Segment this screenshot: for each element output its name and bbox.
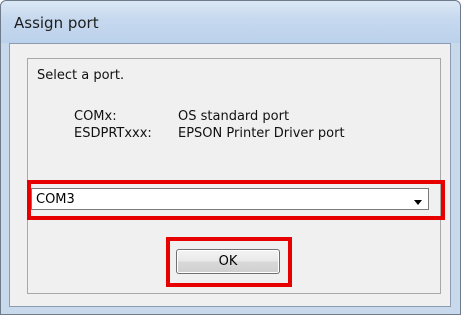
instruction-text: Select a port. bbox=[37, 68, 125, 83]
title-bar[interactable]: Assign port bbox=[1, 1, 460, 43]
port-code-label: ESDPRTxxx: bbox=[74, 126, 152, 141]
port-description-label: EPSON Printer Driver port bbox=[178, 126, 345, 141]
port-code-label: COMx: bbox=[74, 109, 117, 124]
triangle-down-icon[interactable] bbox=[411, 193, 425, 205]
window-title: Assign port bbox=[14, 14, 99, 32]
ok-button[interactable]: OK bbox=[176, 249, 280, 274]
assign-port-dialog: Assign port Select a port. COMx: OS stan… bbox=[0, 0, 461, 315]
dialog-client-area: Select a port. COMx: OS standard port ES… bbox=[9, 43, 451, 307]
port-select-dropdown[interactable]: COM3 bbox=[31, 188, 429, 210]
port-select-value: COM3 bbox=[36, 192, 75, 207]
port-description-label: OS standard port bbox=[178, 109, 290, 124]
